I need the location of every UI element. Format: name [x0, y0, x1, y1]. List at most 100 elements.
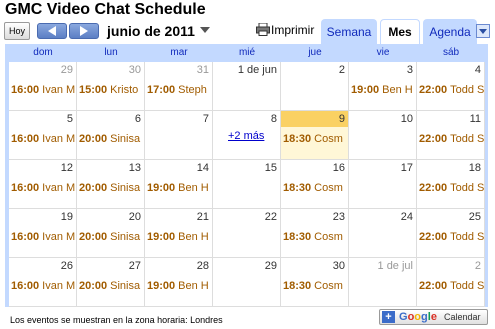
day-cell[interactable]: 1 de jul: [349, 258, 417, 307]
event-chip[interactable]: 16:00 Ivan M: [11, 280, 75, 292]
event-chip[interactable]: 20:00 Sinisa: [79, 231, 140, 243]
day-number[interactable]: 17: [401, 162, 413, 174]
event-chip[interactable]: 19:00 Ben H: [147, 280, 209, 292]
day-number[interactable]: 19: [61, 211, 73, 223]
day-cell[interactable]: 30 18:30 Cosm: [281, 258, 349, 307]
tab-month[interactable]: Mes: [380, 19, 420, 44]
day-cell[interactable]: 8 +2 más: [213, 111, 281, 160]
day-number[interactable]: 10: [401, 113, 413, 125]
event-chip[interactable]: 18:30 Cosm: [283, 182, 343, 194]
event-chip[interactable]: 16:00 Ivan M: [11, 84, 75, 96]
day-number[interactable]: 22: [265, 211, 277, 223]
event-chip[interactable]: 18:30 Cosm: [283, 280, 343, 292]
day-cell[interactable]: 15: [213, 160, 281, 209]
day-number[interactable]: 21: [197, 211, 209, 223]
day-cell[interactable]: 21 19:00 Ben H: [145, 209, 213, 258]
day-number[interactable]: 28: [197, 260, 209, 272]
day-number[interactable]: 1 de jun: [238, 64, 277, 76]
day-cell[interactable]: 4 22:00 Todd S: [417, 62, 485, 111]
day-cell[interactable]: 26 16:00 Ivan M: [9, 258, 77, 307]
day-number[interactable]: 24: [401, 211, 413, 223]
day-number[interactable]: 6: [135, 113, 141, 125]
day-cell[interactable]: 2: [281, 62, 349, 111]
day-cell[interactable]: 7: [145, 111, 213, 160]
day-number[interactable]: 26: [61, 260, 73, 272]
day-cell[interactable]: 16 18:30 Cosm: [281, 160, 349, 209]
day-cell[interactable]: 5 16:00 Ivan M: [9, 111, 77, 160]
day-number[interactable]: 29: [61, 64, 73, 76]
event-chip[interactable]: 22:00 Todd S: [419, 182, 484, 194]
day-number[interactable]: 15: [265, 162, 277, 174]
day-cell[interactable]: 1 de jun: [213, 62, 281, 111]
date-range-label[interactable]: junio de 2011: [107, 23, 195, 39]
day-cell[interactable]: 11 22:00 Todd S: [417, 111, 485, 160]
next-month-button[interactable]: [69, 23, 99, 39]
day-cell[interactable]: 29 16:00 Ivan M: [9, 62, 77, 111]
event-chip[interactable]: 20:00 Sinisa: [79, 133, 140, 145]
event-chip[interactable]: 20:00 Sinisa: [79, 182, 140, 194]
day-number[interactable]: 27: [129, 260, 141, 272]
day-cell[interactable]: 6 20:00 Sinisa: [77, 111, 145, 160]
event-chip[interactable]: 16:00 Ivan M: [11, 133, 75, 145]
event-chip[interactable]: 20:00 Sinisa: [79, 280, 140, 292]
day-cell[interactable]: 31 17:00 Steph: [145, 62, 213, 111]
day-cell[interactable]: 14 19:00 Ben H: [145, 160, 213, 209]
day-number[interactable]: 9: [339, 113, 345, 125]
day-number[interactable]: 16: [333, 162, 345, 174]
day-number[interactable]: 30: [333, 260, 345, 272]
day-cell[interactable]: 17: [349, 160, 417, 209]
day-cell[interactable]: 12 16:00 Ivan M: [9, 160, 77, 209]
tab-week[interactable]: Semana: [321, 19, 377, 44]
day-cell[interactable]: 20 20:00 Sinisa: [77, 209, 145, 258]
day-cell[interactable]: 3 19:00 Ben H: [349, 62, 417, 111]
day-cell[interactable]: 10: [349, 111, 417, 160]
tab-agenda[interactable]: Agenda: [423, 19, 477, 44]
event-chip[interactable]: 22:00 Todd S: [419, 231, 484, 243]
day-number[interactable]: 30: [129, 64, 141, 76]
day-cell[interactable]: 2 22:00 Todd S: [417, 258, 485, 307]
day-cell[interactable]: 23 18:30 Cosm: [281, 209, 349, 258]
day-cell[interactable]: 30 15:00 Kristo: [77, 62, 145, 111]
event-chip[interactable]: 18:30 Cosm: [283, 133, 343, 145]
day-number[interactable]: 18: [469, 162, 481, 174]
day-number[interactable]: 8: [271, 113, 277, 125]
event-chip[interactable]: 15:00 Kristo: [79, 84, 138, 96]
day-number[interactable]: 2: [475, 260, 481, 272]
event-chip[interactable]: 16:00 Ivan M: [11, 182, 75, 194]
day-cell[interactable]: 22: [213, 209, 281, 258]
event-chip[interactable]: 19:00 Ben H: [147, 182, 209, 194]
day-number[interactable]: 5: [67, 113, 73, 125]
day-cell[interactable]: 25 22:00 Todd S: [417, 209, 485, 258]
day-cell[interactable]: 28 19:00 Ben H: [145, 258, 213, 307]
day-number[interactable]: 1 de jul: [378, 260, 413, 272]
day-cell[interactable]: 19 16:00 Ivan M: [9, 209, 77, 258]
event-chip[interactable]: 19:00 Ben H: [147, 231, 209, 243]
view-menu-button[interactable]: [476, 24, 490, 38]
event-chip[interactable]: 22:00 Todd S: [419, 280, 484, 292]
day-cell[interactable]: 9 18:30 Cosm: [281, 111, 349, 160]
day-number[interactable]: 20: [129, 211, 141, 223]
today-button[interactable]: Hoy: [4, 22, 30, 40]
event-chip[interactable]: 22:00 Todd S: [419, 84, 484, 96]
day-number[interactable]: 2: [339, 64, 345, 76]
day-number[interactable]: 25: [469, 211, 481, 223]
event-chip[interactable]: 16:00 Ivan M: [11, 231, 75, 243]
day-number[interactable]: 7: [203, 113, 209, 125]
day-number[interactable]: 4: [475, 64, 481, 76]
event-chip[interactable]: 19:00 Ben H: [351, 84, 413, 96]
chevron-down-icon[interactable]: [200, 27, 210, 33]
day-cell[interactable]: 18 22:00 Todd S: [417, 160, 485, 209]
day-cell[interactable]: 27 20:00 Sinisa: [77, 258, 145, 307]
day-number[interactable]: 13: [129, 162, 141, 174]
day-number[interactable]: 23: [333, 211, 345, 223]
day-number[interactable]: 11: [470, 113, 481, 125]
prev-month-button[interactable]: [37, 23, 67, 39]
google-calendar-button[interactable]: + Google Calendar: [379, 309, 488, 325]
day-cell[interactable]: 29: [213, 258, 281, 307]
event-chip[interactable]: 22:00 Todd S: [419, 133, 484, 145]
day-number[interactable]: 29: [265, 260, 277, 272]
day-cell[interactable]: 13 20:00 Sinisa: [77, 160, 145, 209]
day-number[interactable]: 3: [407, 64, 413, 76]
event-chip[interactable]: 18:30 Cosm: [283, 231, 343, 243]
event-chip[interactable]: 17:00 Steph: [147, 84, 207, 96]
